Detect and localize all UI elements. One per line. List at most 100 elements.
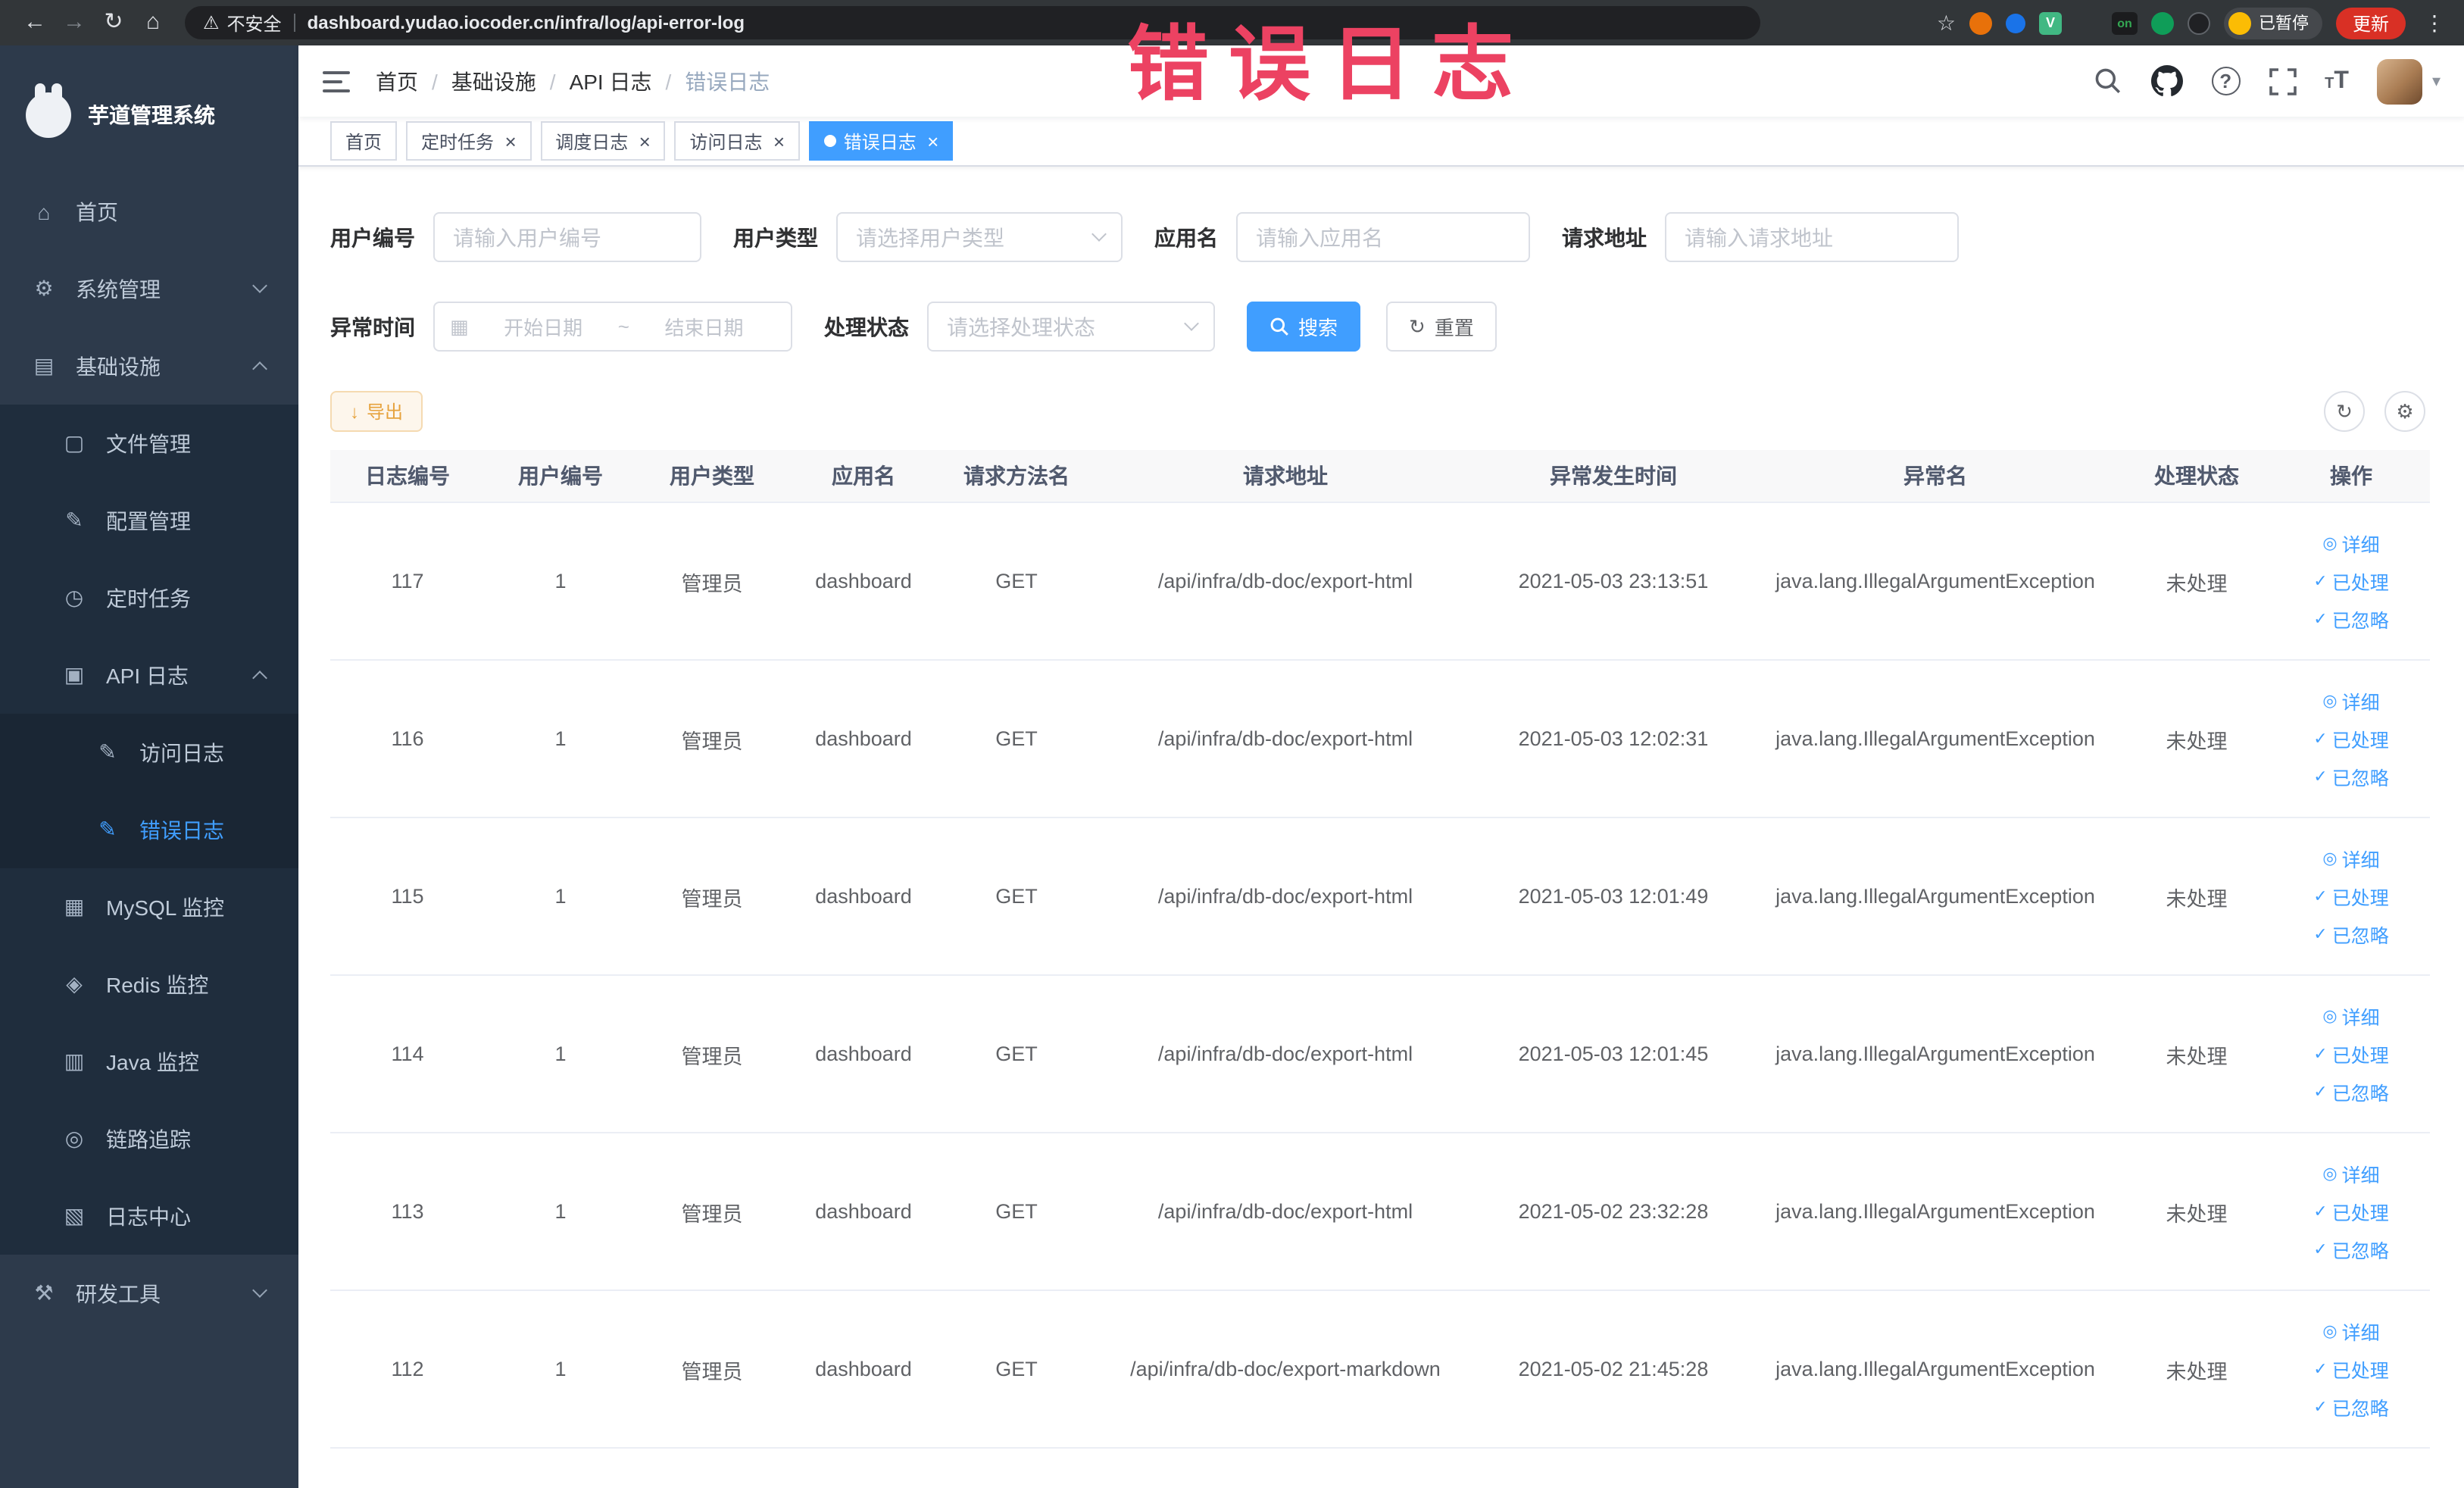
help-icon[interactable] [2211, 67, 2241, 95]
refresh-table-button[interactable] [2324, 391, 2365, 432]
sidebar-item-label: 首页 [76, 199, 118, 224]
bookmark-star-icon[interactable] [1937, 10, 1956, 36]
cell-id: 115 [391, 885, 424, 908]
exception-time-range-picker[interactable]: 开始日期 ~ 结束日期 [433, 302, 792, 352]
sidebar-item-java-monitor[interactable]: ▥ Java 监控 [0, 1023, 298, 1100]
sidebar-item-log-center[interactable]: ▧ 日志中心 [0, 1177, 298, 1255]
redis-icon: ◈ [66, 971, 83, 996]
sidebar-item-label: API 日志 [106, 663, 189, 687]
sidebar-item-scheduled-jobs[interactable]: ◷ 定时任务 [0, 559, 298, 636]
table-row: 115 1 管理员 dashboard GET/api/infra/db-doc/exp… [330, 818, 2430, 976]
search-icon[interactable] [2093, 67, 2122, 95]
extension-icon[interactable] [1969, 11, 1992, 34]
address-bar[interactable]: 不安全 dashboard.yudao.iocoder.cn /infra/lo… [185, 6, 1760, 39]
tab-定时任务[interactable]: 定时任务 × [406, 121, 532, 161]
detail-link[interactable]: ◎ 详细 [2272, 529, 2430, 558]
user-type-select[interactable]: 请选择用户类型 [836, 212, 1123, 262]
breadcrumb-item[interactable]: API 日志 [570, 66, 685, 96]
extension-icon[interactable] [2187, 11, 2210, 34]
user-menu[interactable] [2377, 58, 2441, 104]
tab-错误日志[interactable]: 错误日志 × [808, 121, 954, 161]
check-icon: ✓ [2313, 1083, 2328, 1102]
tab-close-icon[interactable]: × [639, 131, 650, 151]
reset-button[interactable]: 重置 [1386, 302, 1497, 352]
tab-close-icon[interactable]: × [927, 131, 938, 151]
extension-on-icon[interactable]: on [2111, 11, 2138, 34]
column-header: 异常名 [1903, 464, 1967, 488]
sidebar-item-label: 定时任务 [106, 586, 191, 610]
process-status-select[interactable]: 请选择处理状态 [927, 302, 1215, 352]
cell-url: /api/infra/db-doc/export-html [1157, 727, 1413, 750]
detail-link[interactable]: ◎ 详细 [2272, 1317, 2430, 1346]
calendar-icon [450, 314, 469, 339]
mark-processed-link[interactable]: ✓ 已处理 [2272, 567, 2430, 596]
mark-ignored-link[interactable]: ✓ 已忽略 [2272, 1393, 2430, 1421]
browser-reload-icon[interactable] [94, 0, 133, 45]
tab-首页[interactable]: 首页 [330, 121, 398, 161]
sidebar-item-file-manage[interactable]: ▢ 文件管理 [0, 405, 298, 482]
tab-close-icon[interactable]: × [773, 131, 785, 151]
mark-processed-link[interactable]: ✓ 已处理 [2272, 1039, 2430, 1068]
detail-link[interactable]: ◎ 详细 [2272, 1159, 2430, 1188]
logo-rabbit-icon [26, 83, 71, 138]
app-name-input[interactable] [1236, 212, 1530, 262]
sidebar-item-infra[interactable]: ▤ 基础设施 [0, 327, 298, 405]
request-url-input[interactable] [1665, 212, 1959, 262]
mark-ignored-link[interactable]: ✓ 已忽略 [2272, 1235, 2430, 1264]
mark-processed-link[interactable]: ✓ 已处理 [2272, 724, 2430, 753]
browser-forward-icon[interactable] [55, 0, 94, 45]
extension-grid-icon[interactable] [2075, 11, 2098, 34]
fullscreen-icon[interactable] [2269, 67, 2296, 95]
column-settings-button[interactable] [2384, 391, 2425, 432]
filter-label-app-name: 应用名 [1154, 225, 1218, 249]
sidebar-item-trace[interactable]: ◎ 链路追踪 [0, 1100, 298, 1177]
mark-ignored-link[interactable]: ✓ 已忽略 [2272, 1077, 2430, 1106]
security-label: 不安全 [226, 13, 282, 34]
tab-调度日志[interactable]: 调度日志 × [540, 121, 666, 161]
sidebar-item-error-log[interactable]: ✎ 错误日志 [0, 791, 298, 868]
github-icon[interactable] [2150, 65, 2183, 97]
sidebar-item-home[interactable]: ⌂ 首页 [0, 173, 298, 250]
tab-close-icon[interactable]: × [504, 131, 516, 151]
end-date-placeholder[interactable]: 结束日期 [632, 312, 776, 341]
font-size-icon[interactable] [2325, 67, 2349, 95]
browser-menu-icon[interactable] [2419, 10, 2450, 36]
filter-label-user-id: 用户编号 [330, 225, 415, 249]
sidebar-item-redis-monitor[interactable]: ◈ Redis 监控 [0, 946, 298, 1023]
cell-actions: ◎ 详细 ✓ 已处理 ✓ 已忽略 [2272, 1002, 2430, 1106]
sidebar-item-system[interactable]: ⚙ 系统管理 [0, 250, 298, 327]
detail-link[interactable]: ◎ 详细 [2272, 686, 2430, 715]
export-button[interactable]: 导出 [330, 391, 423, 432]
mark-processed-link[interactable]: ✓ 已处理 [2272, 1197, 2430, 1226]
user-avatar[interactable] [2377, 58, 2423, 104]
detail-link[interactable]: ◎ 详细 [2272, 844, 2430, 873]
extension-icon[interactable] [2005, 13, 2025, 33]
extension-icon[interactable] [2150, 11, 2174, 34]
sidebar-item-mysql-monitor[interactable]: ▦ MySQL 监控 [0, 868, 298, 946]
vue-devtools-icon[interactable]: V [2038, 11, 2062, 34]
browser-home-icon[interactable] [133, 0, 173, 45]
breadcrumb-item[interactable]: 基础设施 [451, 66, 570, 96]
mark-ignored-link[interactable]: ✓ 已忽略 [2272, 605, 2430, 633]
sidebar-item-api-log[interactable]: ▣ API 日志 [0, 636, 298, 714]
search-button[interactable]: 搜索 [1247, 302, 1361, 352]
user-id-input[interactable] [433, 212, 701, 262]
sidebar-item-config-manage[interactable]: ✎ 配置管理 [0, 482, 298, 559]
mark-processed-link[interactable]: ✓ 已处理 [2272, 1355, 2430, 1383]
browser-back-icon[interactable] [15, 0, 55, 45]
hamburger-icon[interactable] [323, 70, 350, 92]
paused-badge[interactable]: 已暂停 [2223, 7, 2322, 39]
breadcrumb-item[interactable]: 首页 [376, 66, 451, 96]
mark-ignored-link[interactable]: ✓ 已忽略 [2272, 762, 2430, 791]
tab-访问日志[interactable]: 访问日志 × [674, 121, 800, 161]
sidebar-item-access-log[interactable]: ✎ 访问日志 [0, 714, 298, 791]
caret-down-icon [2432, 71, 2441, 91]
start-date-placeholder[interactable]: 开始日期 [472, 312, 615, 341]
app-logo[interactable]: 芋道管理系统 [0, 45, 298, 173]
sidebar: 芋道管理系统 ⌂ 首页 ⚙ 系统管理 ▤ 基础设施 ▢ 文件管理 ✎ 配置管理 ◷ 定时任务 ▣ API … [0, 45, 298, 1488]
mark-processed-link[interactable]: ✓ 已处理 [2272, 882, 2430, 911]
sidebar-item-dev-tools[interactable]: ⚒ 研发工具 [0, 1255, 298, 1332]
detail-link[interactable]: ◎ 详细 [2272, 1002, 2430, 1030]
browser-update-button[interactable]: 更新 [2335, 7, 2406, 39]
mark-ignored-link[interactable]: ✓ 已忽略 [2272, 920, 2430, 949]
